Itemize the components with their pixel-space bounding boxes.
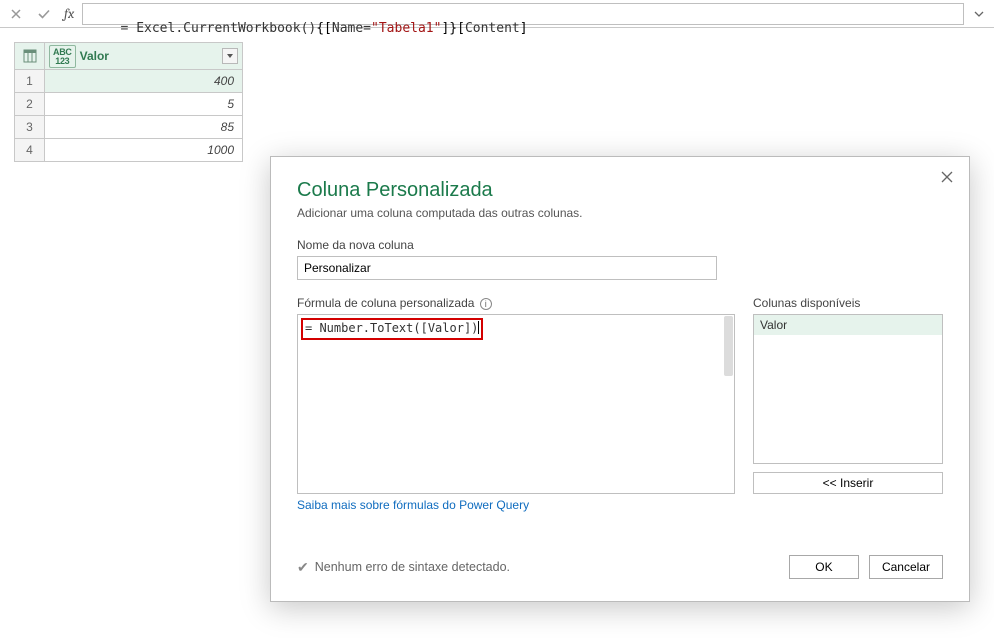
available-column-item[interactable]: Valor — [754, 315, 942, 335]
close-icon — [10, 8, 22, 20]
custom-column-dialog: Coluna Personalizada Adicionar uma colun… — [270, 156, 970, 602]
cell-value: 1000 — [45, 139, 243, 162]
table-row[interactable]: 1 400 — [15, 70, 243, 93]
formula-token: Content — [465, 21, 520, 36]
row-number: 3 — [15, 116, 45, 139]
column-name-label: Nome da nova coluna — [297, 238, 943, 252]
available-columns-label: Colunas disponíveis — [753, 296, 943, 310]
close-icon — [941, 171, 953, 183]
preview-table: ABC 123 Valor 1 400 2 5 — [14, 42, 243, 162]
dialog-title: Coluna Personalizada — [297, 179, 943, 202]
formula-bar: fx = Excel.CurrentWorkbook(){[Name="Tabe… — [0, 0, 994, 28]
available-columns-list[interactable]: Valor — [753, 314, 943, 464]
column-filter-button[interactable] — [222, 48, 238, 64]
cell-value: 85 — [45, 116, 243, 139]
caret-down-icon — [226, 52, 234, 60]
scrollbar-thumb[interactable] — [724, 316, 733, 376]
formula-token: {[ — [316, 21, 332, 36]
cell-value: 5 — [45, 93, 243, 116]
data-preview: ABC 123 Valor 1 400 2 5 — [0, 28, 994, 162]
syntax-status: ✔ Nenhum erro de sintaxe detectado. — [297, 559, 510, 576]
type-icon[interactable]: ABC 123 — [49, 45, 76, 68]
formula-text: = Number.ToText([Valor]) — [301, 318, 483, 340]
formula-token: = — [121, 21, 137, 36]
info-icon[interactable]: i — [480, 298, 492, 310]
column-name: Valor — [80, 49, 218, 63]
dialog-subtitle: Adicionar uma coluna computada das outra… — [297, 206, 943, 220]
ok-button[interactable]: OK — [789, 555, 859, 579]
table-row[interactable]: 4 1000 — [15, 139, 243, 162]
formula-cancel-button[interactable] — [4, 3, 28, 25]
formula-token: "Tabela1" — [371, 21, 441, 36]
formula-token: ] — [520, 21, 528, 36]
check-icon: ✔ — [297, 559, 309, 576]
cell-value: 400 — [45, 70, 243, 93]
check-icon — [37, 8, 51, 20]
row-number: 2 — [15, 93, 45, 116]
table-row[interactable]: 3 85 — [15, 116, 243, 139]
insert-column-button[interactable]: << Inserir — [753, 472, 943, 494]
table-row[interactable]: 2 5 — [15, 93, 243, 116]
formula-commit-button[interactable] — [32, 3, 56, 25]
dialog-close-button[interactable] — [935, 165, 959, 189]
formula-expand-button[interactable] — [968, 3, 990, 25]
cancel-button[interactable]: Cancelar — [869, 555, 943, 579]
fx-label: fx — [60, 5, 78, 22]
column-name-input[interactable] — [297, 256, 717, 280]
status-text: Nenhum erro de sintaxe detectado. — [315, 560, 510, 574]
column-header[interactable]: ABC 123 Valor — [45, 43, 243, 70]
learn-more-link[interactable]: Saiba mais sobre fórmulas do Power Query — [297, 498, 735, 512]
row-number: 1 — [15, 70, 45, 93]
table-corner[interactable] — [15, 43, 45, 70]
formula-editor[interactable]: = Number.ToText([Valor]) — [297, 314, 735, 494]
table-icon — [23, 49, 37, 63]
formula-token: ]}[ — [441, 21, 464, 36]
formula-label: Fórmula de coluna personalizada i — [297, 296, 735, 310]
row-number: 4 — [15, 139, 45, 162]
chevron-down-icon — [974, 9, 984, 19]
formula-input[interactable]: = Excel.CurrentWorkbook(){[Name="Tabela1… — [82, 3, 964, 25]
formula-token: Excel.CurrentWorkbook() — [136, 21, 316, 36]
text-caret — [478, 321, 479, 334]
formula-token: Name= — [332, 21, 371, 36]
